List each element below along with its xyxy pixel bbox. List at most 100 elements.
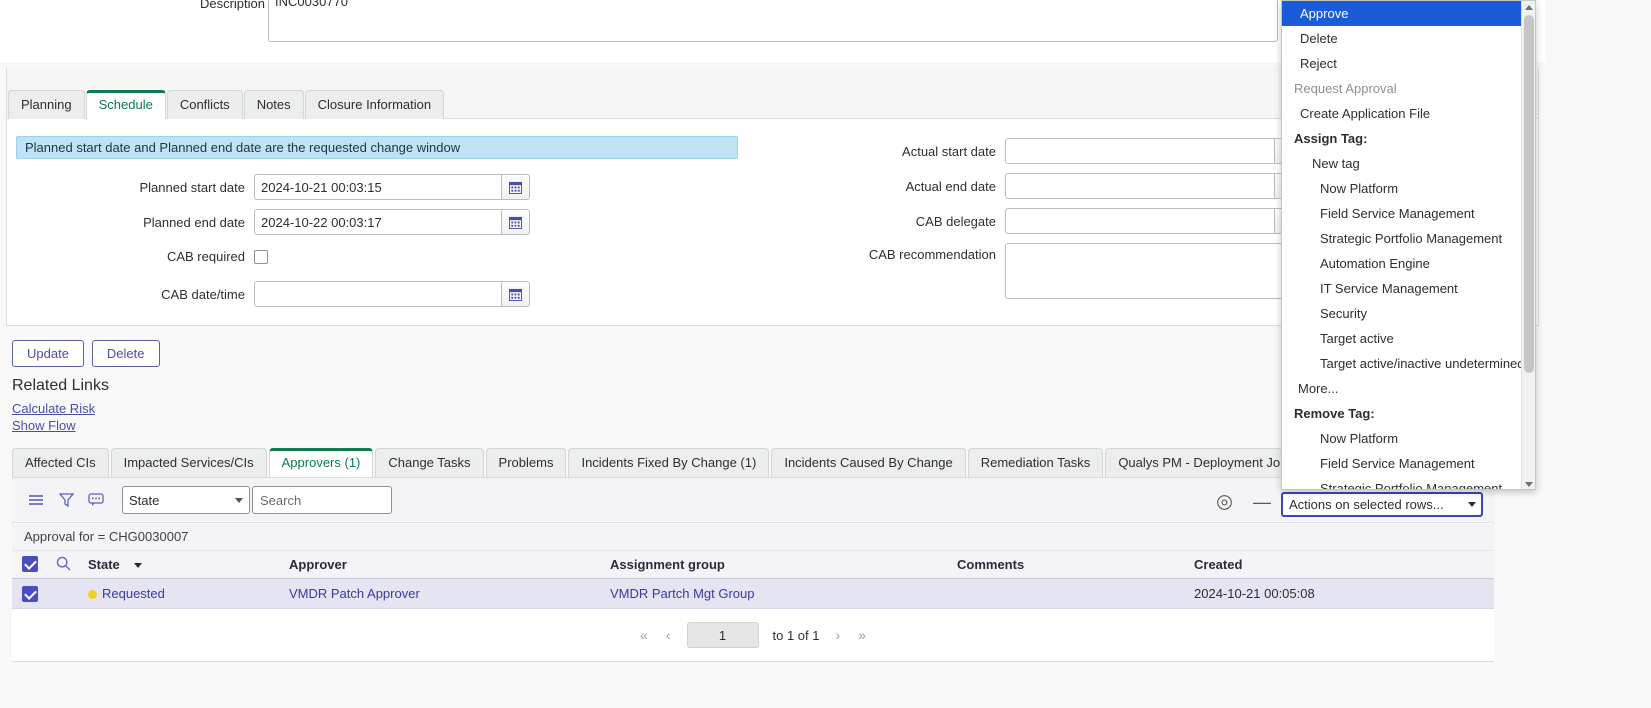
servicenow-change-record-page: Description INC0030770 Planning Schedule…: [0, 0, 1651, 708]
actual-start-date-label: Actual start date: [760, 144, 1005, 159]
tab-closure-information[interactable]: Closure Information: [305, 90, 444, 119]
cell-approver[interactable]: VMDR Patch Approver: [289, 586, 420, 601]
scroll-down-icon[interactable]: [1525, 482, 1533, 487]
gear-icon[interactable]: [1216, 494, 1233, 514]
planned-start-date-input[interactable]: [254, 174, 502, 200]
column-header-created[interactable]: Created: [1194, 557, 1242, 572]
rtab-impacted-services-cis[interactable]: Impacted Services/CIs: [111, 448, 267, 477]
filter-icon[interactable]: [54, 488, 78, 512]
form-action-buttons: Update Delete: [12, 340, 160, 367]
rtab-affected-cis[interactable]: Affected CIs: [12, 448, 109, 477]
cell-assignment-group[interactable]: VMDR Partch Mgt Group: [610, 586, 755, 601]
column-header-assignment-group[interactable]: Assignment group: [610, 557, 725, 572]
delete-button[interactable]: Delete: [92, 340, 160, 367]
last-page-button[interactable]: »: [856, 627, 868, 643]
rtab-incidents-caused-by-change[interactable]: Incidents Caused By Change: [771, 448, 965, 477]
calendar-icon[interactable]: [502, 174, 530, 200]
menu-item-assign-it-service-management[interactable]: IT Service Management: [1282, 276, 1535, 301]
menu-item-assign-strategic-portfolio-management[interactable]: Strategic Portfolio Management: [1282, 226, 1535, 251]
cab-date-time-label: CAB date/time: [18, 287, 254, 302]
column-header-comments[interactable]: Comments: [957, 557, 1024, 572]
menu-item-assign-target-active[interactable]: Target active: [1282, 326, 1535, 351]
calendar-icon[interactable]: [502, 209, 530, 235]
menu-item-more[interactable]: More...: [1282, 376, 1535, 401]
menu-item-request-approval: Request Approval: [1282, 76, 1535, 101]
tab-notes[interactable]: Notes: [244, 90, 304, 119]
menu-item-assign-now-platform[interactable]: Now Platform: [1282, 176, 1535, 201]
page-range-text: to 1 of 1: [773, 628, 820, 643]
menu-item-reject[interactable]: Reject: [1282, 51, 1535, 76]
menu-item-remove-now-platform[interactable]: Now Platform: [1282, 426, 1535, 451]
field-cab-date-time: CAB date/time: [18, 281, 530, 307]
menu-item-assign-security[interactable]: Security: [1282, 301, 1535, 326]
actual-end-date-input[interactable]: [1005, 173, 1275, 199]
cab-required-label: CAB required: [18, 249, 254, 264]
table-row[interactable]: Requested VMDR Patch Approver VMDR Partc…: [12, 579, 1494, 609]
description-label: Description: [200, 0, 265, 11]
cab-delegate-input[interactable]: [1005, 208, 1275, 234]
menu-item-remove-field-service-management[interactable]: Field Service Management: [1282, 451, 1535, 476]
planned-end-date-input[interactable]: [254, 209, 502, 235]
tab-conflicts[interactable]: Conflicts: [167, 90, 243, 119]
column-header-state[interactable]: State: [88, 557, 120, 572]
actual-end-date-label: Actual end date: [760, 179, 1005, 194]
actual-start-date-input[interactable]: [1005, 138, 1275, 164]
search-input[interactable]: [252, 486, 392, 514]
rtab-change-tasks[interactable]: Change Tasks: [375, 448, 483, 477]
previous-page-button[interactable]: ‹: [664, 627, 673, 643]
list-column-header-row: State Approver Assignment group Comments…: [12, 551, 1494, 579]
tab-planning[interactable]: Planning: [8, 90, 85, 119]
menu-item-assign-target-active-inactive-undetermined[interactable]: Target active/inactive undetermined: [1282, 351, 1535, 376]
select-all-checkbox[interactable]: [22, 556, 38, 572]
cab-required-checkbox[interactable]: [254, 250, 268, 264]
cab-delegate-label: CAB delegate: [760, 214, 1005, 229]
field-actual-end-date: Actual end date: [760, 173, 1303, 199]
show-flow-link[interactable]: Show Flow: [12, 418, 76, 433]
related-list-tab-bar: Affected CIs Impacted Services/CIs Appro…: [12, 448, 1328, 477]
menu-item-create-application-file[interactable]: Create Application File: [1282, 101, 1535, 126]
update-button[interactable]: Update: [12, 340, 84, 367]
menu-group-remove-tag: Remove Tag:: [1282, 401, 1535, 426]
page-number-input[interactable]: 1: [687, 622, 759, 648]
rtab-problems[interactable]: Problems: [486, 448, 567, 477]
context-menu-scrollbar[interactable]: [1521, 1, 1535, 490]
menu-item-assign-field-service-management[interactable]: Field Service Management: [1282, 201, 1535, 226]
description-field[interactable]: INC0030770: [268, 0, 1278, 42]
column-search-icon[interactable]: [56, 556, 71, 574]
column-header-approver[interactable]: Approver: [289, 557, 347, 572]
list-breadcrumb[interactable]: Approval for = CHG0030007: [12, 524, 1494, 551]
actions-on-selected-rows-select[interactable]: [1281, 492, 1483, 517]
collapse-icon[interactable]: —: [1253, 495, 1271, 509]
menu-item-assign-automation-engine[interactable]: Automation Engine: [1282, 251, 1535, 276]
rtab-remediation-tasks[interactable]: Remediation Tasks: [968, 448, 1104, 477]
form-tab-bar: Planning Schedule Conflicts Notes Closur…: [8, 90, 445, 119]
next-page-button[interactable]: ›: [833, 627, 842, 643]
actions-context-menu: Approve Delete Reject Request Approval C…: [1281, 0, 1536, 490]
row-select-checkbox[interactable]: [22, 586, 38, 602]
comment-icon[interactable]: [84, 488, 108, 512]
state-filter-select[interactable]: [122, 486, 250, 514]
state-filter-wrap: [114, 486, 250, 514]
menu-item-delete[interactable]: Delete: [1282, 26, 1535, 51]
rtab-approvers[interactable]: Approvers (1): [269, 448, 374, 477]
tab-schedule[interactable]: Schedule: [86, 90, 166, 119]
menu-item-approve[interactable]: Approve: [1282, 1, 1535, 26]
cab-recommendation-label: CAB recommendation: [760, 243, 1005, 262]
sort-descending-icon: [134, 563, 142, 568]
menu-item-remove-strategic-portfolio-management[interactable]: Strategic Portfolio Management: [1282, 476, 1535, 490]
cell-state[interactable]: Requested: [102, 586, 165, 601]
list-menu-icon[interactable]: [24, 488, 48, 512]
field-actual-start-date: Actual start date: [760, 138, 1303, 164]
calculate-risk-link[interactable]: Calculate Risk: [12, 401, 95, 416]
rtab-incidents-fixed-by-change[interactable]: Incidents Fixed By Change (1): [568, 448, 769, 477]
cab-recommendation-textarea[interactable]: [1005, 243, 1305, 299]
scrollbar-thumb[interactable]: [1524, 15, 1534, 373]
cab-date-time-input[interactable]: [254, 281, 502, 307]
planned-start-date-label: Planned start date: [18, 180, 254, 195]
calendar-icon[interactable]: [502, 281, 530, 307]
list-toolbar: [12, 478, 1494, 523]
scroll-up-icon[interactable]: [1525, 5, 1533, 10]
cell-created: 2024-10-21 00:05:08: [1194, 586, 1315, 601]
first-page-button[interactable]: «: [638, 627, 650, 643]
menu-item-new-tag[interactable]: New tag: [1282, 151, 1535, 176]
